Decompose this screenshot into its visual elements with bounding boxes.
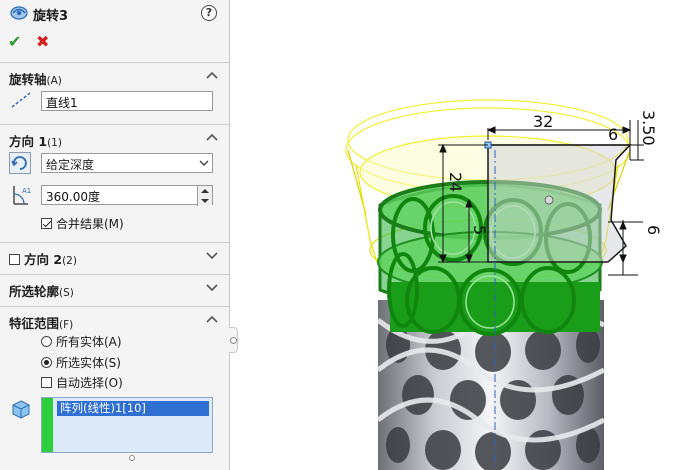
section-header-feature-scope[interactable]: 特征范围(F) xyxy=(0,306,229,332)
all-bodies-radio[interactable]: 所有实体(A) xyxy=(41,333,122,350)
section-header-direction1[interactable]: 方向 1(1) xyxy=(0,124,229,150)
chevron-down-icon[interactable] xyxy=(206,250,218,260)
section-title-direction1: 方向 1 xyxy=(9,134,48,149)
list-item[interactable]: 阵列(线性)1[10] xyxy=(57,401,209,416)
section-header-direction2[interactable]: 方向 2(2) xyxy=(0,242,229,268)
section-title-axis: 旋转轴 xyxy=(9,72,47,87)
section-title-selected-contours: 所选轮廓 xyxy=(9,284,60,299)
chevron-up-icon[interactable] xyxy=(206,132,218,142)
auto-select-checkbox[interactable]: 自动选择(O) xyxy=(41,374,123,391)
property-manager-panel: 旋转3 ? ✔ ✖ 旋转轴(A) 直线1 方向 1(1) 给定深度 A1 360… xyxy=(0,0,230,470)
dimension-6-top[interactable]: 6 xyxy=(608,125,618,144)
angle-input[interactable]: 360.00度 xyxy=(41,185,213,206)
checkbox-checked-icon xyxy=(41,218,52,229)
bodies-list[interactable]: 阵列(线性)1[10] xyxy=(41,397,213,453)
chevron-down-icon[interactable] xyxy=(206,282,218,292)
feature-title: 旋转3 xyxy=(33,9,69,24)
list-resize-handle[interactable] xyxy=(129,455,135,461)
feature-title-row: 旋转3 ? xyxy=(0,0,229,26)
help-button[interactable]: ? xyxy=(201,5,217,21)
reverse-direction-icon[interactable] xyxy=(9,152,31,174)
section-title-feature-scope: 特征范围 xyxy=(9,316,60,331)
panel-splitter[interactable] xyxy=(229,327,238,353)
merge-result-checkbox[interactable]: 合并结果(M) xyxy=(41,215,124,232)
dimension-32[interactable]: 32 xyxy=(533,112,553,131)
revolve-feature-icon xyxy=(10,6,28,20)
dimension-6-right[interactable]: 6 xyxy=(644,225,663,235)
section-title-direction2: 方向 2 xyxy=(24,252,63,267)
selected-bodies-radio[interactable]: 所选实体(S) xyxy=(41,354,121,371)
radio-empty-icon xyxy=(41,336,52,347)
angle-spinner[interactable] xyxy=(197,186,212,206)
solid-body-icon xyxy=(12,400,30,419)
section-header-selected-contours[interactable]: 所选轮廓(S) xyxy=(0,274,229,300)
dimension-5[interactable]: 5 xyxy=(470,225,489,235)
ok-button[interactable]: ✔ xyxy=(8,32,21,51)
dimension-3-50[interactable]: 3.50 xyxy=(639,110,658,146)
sketch-profile xyxy=(484,141,632,263)
selection-color-swatch xyxy=(42,398,53,452)
dimension-24[interactable]: 24 xyxy=(446,172,465,192)
end-condition-select[interactable]: 给定深度 xyxy=(41,153,213,173)
svg-text:A1: A1 xyxy=(22,187,31,195)
section-header-axis[interactable]: 旋转轴(A) xyxy=(0,62,229,88)
graphics-viewport[interactable]: 32 6 3.50 24 5 6 xyxy=(238,0,700,470)
checkbox-empty-icon xyxy=(41,377,52,388)
radio-selected-icon xyxy=(41,357,52,368)
cancel-button[interactable]: ✖ xyxy=(36,32,49,51)
direction2-checkbox[interactable] xyxy=(9,254,20,265)
chevron-down-icon xyxy=(199,160,209,166)
angle-icon: A1 xyxy=(13,186,31,205)
axis-line-icon xyxy=(11,92,31,108)
chevron-up-icon[interactable] xyxy=(206,314,218,324)
axis-selection-field[interactable]: 直线1 xyxy=(41,91,213,111)
chevron-up-icon[interactable] xyxy=(206,70,218,80)
